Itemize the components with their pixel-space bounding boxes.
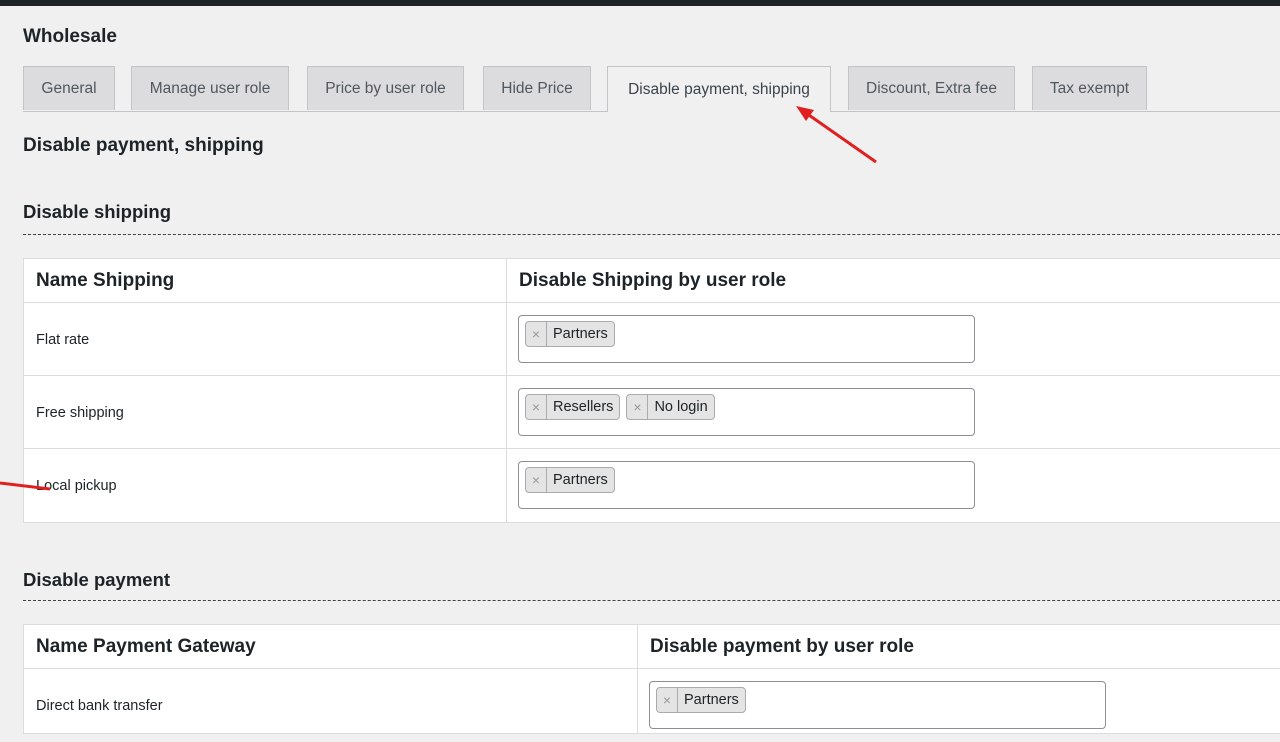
role-tag: × Partners	[656, 687, 746, 713]
role-tag-label: Partners	[684, 692, 739, 708]
user-role-multiselect[interactable]: × Resellers × No login	[518, 388, 975, 436]
column-header-name-payment-gateway: Name Payment Gateway	[36, 636, 256, 657]
table-row: Flat rate × Partners	[24, 303, 1280, 376]
user-role-multiselect[interactable]: × Partners	[649, 681, 1106, 729]
shipping-method-name: Local pickup	[36, 477, 117, 494]
payment-gateway-name: Direct bank transfer	[36, 697, 163, 714]
payment-table-header: Name Payment Gateway Disable payment by …	[24, 625, 1280, 669]
user-role-multiselect[interactable]: × Partners	[518, 315, 975, 363]
payment-divider	[23, 600, 1280, 601]
column-header-disable-shipping-roles: Disable Shipping by user role	[519, 270, 787, 291]
remove-tag-icon[interactable]: ×	[627, 395, 649, 419]
tab-disable-payment-shipping[interactable]: Disable payment, shipping	[607, 66, 831, 112]
user-role-multiselect[interactable]: × Partners	[518, 461, 975, 509]
role-tag: × No login	[626, 394, 715, 420]
tab-hide-price[interactable]: Hide Price	[483, 66, 591, 110]
table-row: Direct bank transfer × Partners	[24, 669, 1280, 742]
remove-tag-icon[interactable]: ×	[526, 395, 547, 419]
remove-tag-icon[interactable]: ×	[657, 688, 678, 712]
role-tag-label: Partners	[553, 472, 608, 488]
role-tag-label: No login	[654, 399, 708, 415]
table-row: Local pickup × Partners	[24, 449, 1280, 522]
disable-payment-heading: Disable payment	[23, 569, 171, 590]
disable-shipping-heading: Disable shipping	[23, 201, 172, 222]
remove-tag-icon[interactable]: ×	[526, 322, 547, 346]
tab-manage-user-role[interactable]: Manage user role	[131, 66, 289, 110]
role-tag: × Partners	[525, 467, 615, 493]
remove-tag-icon[interactable]: ×	[526, 468, 547, 492]
shipping-method-name: Flat rate	[36, 331, 90, 348]
settings-tabs: General Manage user role Price by user r…	[23, 66, 1280, 112]
shipping-method-name: Free shipping	[36, 404, 124, 421]
section-title: Disable payment, shipping	[23, 135, 264, 156]
tab-tax-exempt[interactable]: Tax exempt	[1032, 66, 1147, 110]
column-header-name-shipping: Name Shipping	[36, 270, 175, 291]
shipping-divider	[23, 234, 1280, 235]
payment-table: Name Payment Gateway Disable payment by …	[23, 624, 1280, 734]
page-title: Wholesale	[23, 26, 117, 47]
shipping-table: Name Shipping Disable Shipping by user r…	[23, 258, 1280, 523]
tab-price-by-user-role[interactable]: Price by user role	[307, 66, 464, 110]
role-tag: × Partners	[525, 321, 615, 347]
arrow-line	[805, 111, 877, 164]
tab-discount-extra-fee[interactable]: Discount, Extra fee	[848, 66, 1015, 110]
table-row: Free shipping × Resellers × No login	[24, 376, 1280, 449]
column-header-disable-payment-roles: Disable payment by user role	[650, 636, 914, 657]
admin-top-bar	[0, 0, 1280, 6]
arrow-to-active-tab	[796, 106, 877, 164]
role-tag-label: Resellers	[553, 399, 614, 415]
role-tag: × Resellers	[525, 394, 621, 420]
tab-general[interactable]: General	[23, 66, 115, 110]
role-tag-label: Partners	[553, 326, 608, 342]
shipping-table-header: Name Shipping Disable Shipping by user r…	[24, 259, 1280, 303]
